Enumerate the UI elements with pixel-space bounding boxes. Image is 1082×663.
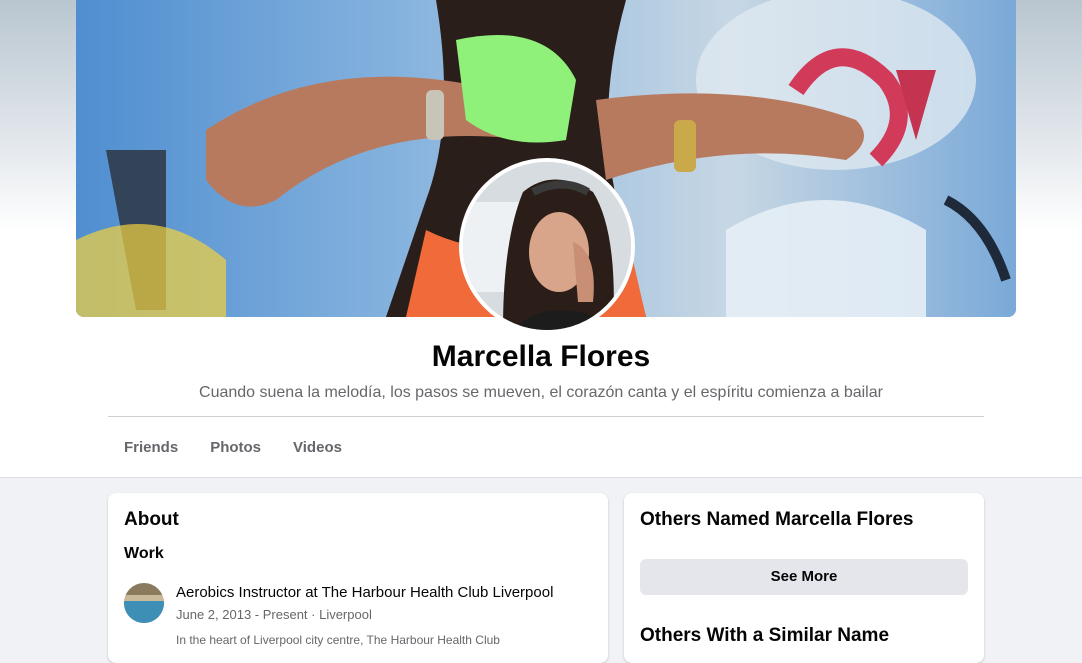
profile-picture[interactable] xyxy=(459,158,635,334)
tab-videos[interactable]: Videos xyxy=(277,430,358,466)
job-meta: June 2, 2013 - Present · Liverpool xyxy=(176,607,372,622)
profile-name: Marcella Flores xyxy=(431,340,651,373)
pool-photo-image xyxy=(124,583,164,623)
about-title: About xyxy=(124,509,179,530)
profile-photo-image xyxy=(463,162,631,330)
job-description: In the heart of Liverpool city centre, T… xyxy=(176,633,500,647)
others-named-title: Others Named Marcella Flores xyxy=(640,509,914,530)
similar-name-title: Others With a Similar Name xyxy=(640,625,890,646)
see-more-button[interactable]: See More xyxy=(640,559,968,595)
about-card: About Work Aerobics Instructor at The Ha… xyxy=(108,493,608,663)
job-title-link[interactable]: Aerobics Instructor at The Harbour Healt… xyxy=(176,584,553,601)
work-heading: Work xyxy=(124,545,164,562)
tab-friends[interactable]: Friends xyxy=(108,430,194,466)
profile-header: Marcella Flores Cuando suena la melodía,… xyxy=(0,0,1082,478)
others-card: Others Named Marcella Flores See More Ot… xyxy=(624,493,984,663)
profile-bio: Cuando suena la melodía, los pasos se mu… xyxy=(199,384,883,401)
workplace-thumbnail[interactable] xyxy=(124,583,164,623)
tab-photos[interactable]: Photos xyxy=(194,430,277,466)
profile-tabs: Friends Photos Videos xyxy=(108,430,358,466)
header-divider xyxy=(108,416,984,417)
